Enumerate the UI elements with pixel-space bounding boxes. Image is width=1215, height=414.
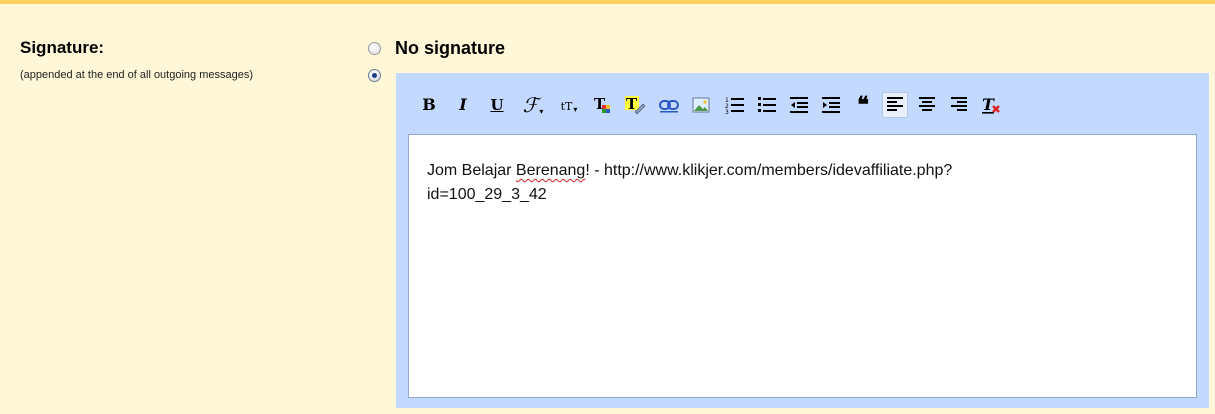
signature-hint: (appended at the end of all outgoing mes… — [20, 69, 253, 81]
underline-icon: U — [490, 95, 504, 114]
no-signature-radio[interactable] — [368, 42, 381, 55]
svg-text:T: T — [626, 95, 638, 113]
quote-icon: ❝ — [857, 92, 869, 118]
image-icon — [692, 97, 710, 113]
signature-editor: B I U ℱ▾ tT▾ T T 1 2 3 ❝ T Jom Belajar B… — [396, 73, 1209, 408]
image-button[interactable] — [688, 92, 714, 118]
quote-button[interactable]: ❝ — [850, 92, 876, 118]
align-center-button[interactable] — [914, 92, 940, 118]
align-right-button[interactable] — [946, 92, 972, 118]
signature-text-line2: id=100_29_3_42 — [427, 186, 547, 203]
signature-label: Signature: — [20, 38, 105, 57]
text-color-button[interactable]: T — [590, 92, 616, 118]
bulleted-list-button[interactable] — [754, 92, 780, 118]
no-signature-label[interactable]: No signature — [395, 38, 505, 59]
indent-button[interactable] — [818, 92, 844, 118]
align-right-icon — [951, 97, 967, 111]
highlight-icon: T — [625, 95, 646, 115]
custom-signature-radio[interactable] — [368, 69, 381, 82]
font-icon: ℱ▾ — [522, 93, 544, 117]
underline-button[interactable]: U — [484, 92, 510, 118]
numbered-list-button[interactable]: 1 2 3 — [722, 92, 748, 118]
bulleted-list-icon — [758, 97, 776, 112]
link-button[interactable] — [656, 92, 682, 118]
italic-icon: I — [459, 95, 467, 114]
align-center-icon — [919, 97, 935, 111]
remove-formatting-button[interactable]: T — [978, 92, 1004, 118]
font-button[interactable]: ℱ▾ — [516, 92, 550, 118]
bold-icon: B — [422, 95, 436, 114]
formatting-toolbar: B I U ℱ▾ tT▾ T T 1 2 3 ❝ T — [408, 73, 1198, 133]
text-color-icon: T — [594, 95, 610, 113]
signature-text-area[interactable]: Jom Belajar Berenang! - http://www.klikj… — [408, 134, 1197, 398]
numbered-list-icon: 1 2 3 — [725, 97, 744, 116]
remove-formatting-icon: T — [982, 95, 1000, 114]
outdent-icon — [790, 97, 808, 113]
signature-text-start: Jom Belajar — [427, 162, 516, 179]
align-left-icon — [887, 97, 903, 111]
misspelled-word[interactable]: Berenang — [516, 162, 585, 179]
indent-icon — [822, 97, 840, 113]
link-icon — [659, 100, 679, 113]
align-left-button[interactable] — [882, 92, 908, 118]
italic-button[interactable]: I — [450, 92, 476, 118]
highlight-button[interactable]: T — [622, 92, 648, 118]
font-size-button[interactable]: tT▾ — [552, 92, 586, 118]
bold-button[interactable]: B — [416, 92, 442, 118]
signature-panel: Signature: (appended at the end of all o… — [0, 0, 1215, 414]
outdent-button[interactable] — [786, 92, 812, 118]
signature-text-rest: ! - http://www.klikjer.com/members/ideva… — [585, 162, 953, 179]
svg-text:3: 3 — [725, 109, 729, 116]
font-size-icon: tT▾ — [560, 99, 578, 114]
